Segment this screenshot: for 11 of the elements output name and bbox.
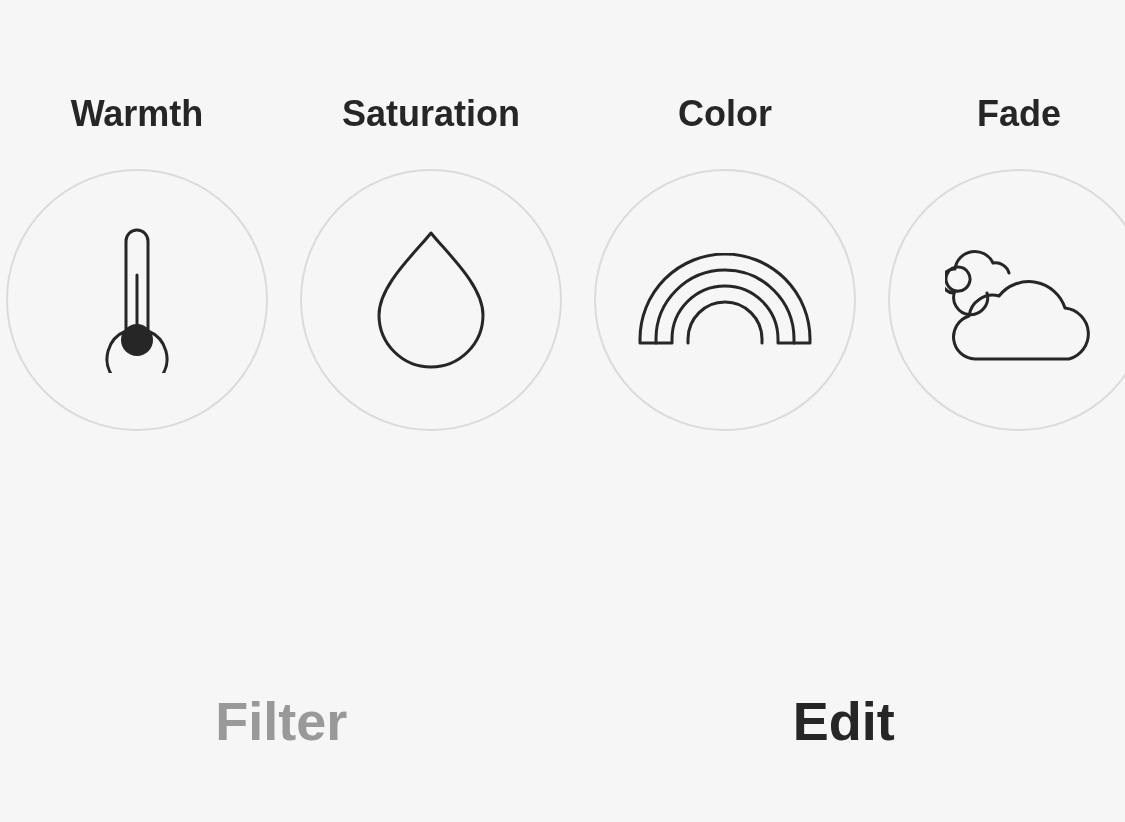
tool-label: Fade — [977, 92, 1061, 136]
tab[interactable]: Edit — [792, 689, 895, 753]
tool-label: Saturation — [342, 92, 520, 136]
drop-icon — [376, 230, 486, 370]
tool-label: Color — [678, 92, 772, 136]
tool-label: Warmth — [70, 92, 204, 136]
tool-button[interactable] — [6, 169, 268, 431]
tool-button[interactable] — [594, 169, 856, 431]
thermometer-icon — [104, 227, 170, 373]
tool-button[interactable] — [888, 169, 1125, 431]
rainbow-icon — [637, 253, 813, 347]
